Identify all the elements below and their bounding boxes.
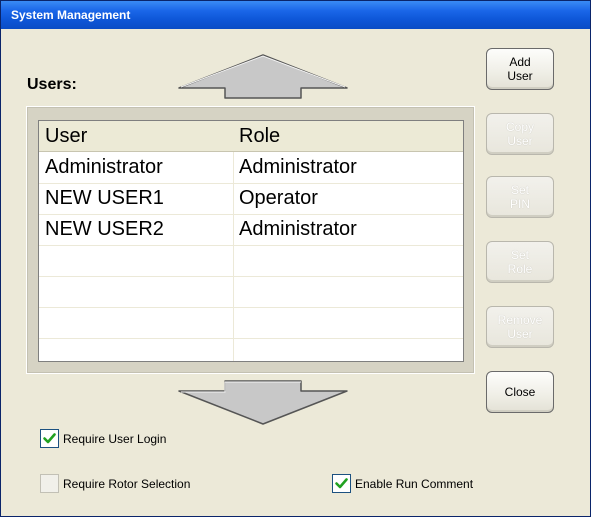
require-rotor-selection-checkbox[interactable]: [40, 474, 59, 493]
close-label: Close: [504, 385, 536, 399]
window-title: System Management: [11, 8, 131, 22]
system-management-window: System Management Users: User Role Admin…: [0, 0, 591, 517]
role-cell: Administrator: [239, 156, 357, 178]
require-rotor-selection-label: Require Rotor Selection: [63, 476, 191, 491]
set-pin-label: Set PIN: [509, 183, 530, 211]
header-role[interactable]: Role: [239, 121, 459, 152]
user-cell: NEW USER1: [45, 187, 164, 209]
table-row[interactable]: [39, 307, 463, 339]
set-role-label: Set Role: [507, 248, 533, 276]
checkmark-icon: [335, 478, 348, 489]
set-role-button[interactable]: Set Role: [486, 241, 554, 283]
add-user-label: Add User: [507, 55, 533, 83]
user-cell: Administrator: [45, 156, 163, 178]
set-pin-button[interactable]: Set PIN: [486, 176, 554, 218]
role-cell: Administrator: [239, 218, 357, 240]
user-cell: [45, 307, 229, 338]
role-cell: [239, 338, 459, 361]
user-cell: [45, 276, 229, 307]
enable-run-comment-option[interactable]: Enable Run Comment: [332, 474, 473, 493]
require-user-login-option[interactable]: Require User Login: [40, 429, 166, 448]
table-row[interactable]: Administrator Administrator: [39, 152, 463, 184]
table-row[interactable]: NEW USER1 Operator: [39, 183, 463, 215]
role-cell: [239, 307, 459, 338]
remove-user-label: Remove User: [497, 313, 543, 341]
enable-run-comment-checkbox[interactable]: [332, 474, 351, 493]
scroll-down-arrow-icon[interactable]: [177, 379, 349, 426]
require-rotor-selection-option[interactable]: Require Rotor Selection: [40, 474, 190, 493]
add-user-button[interactable]: Add User: [486, 48, 554, 90]
role-cell: [239, 245, 459, 276]
users-label: Users:: [27, 76, 77, 93]
users-table[interactable]: User Role Administrator Administrator NE…: [38, 120, 464, 362]
enable-run-comment-label: Enable Run Comment: [355, 476, 474, 491]
role-cell: [239, 276, 459, 307]
table-row[interactable]: NEW USER2 Administrator: [39, 214, 463, 246]
role-cell: Operator: [239, 187, 318, 209]
scroll-up-arrow-icon[interactable]: [177, 53, 349, 100]
copy-user-label: Copy User: [505, 120, 534, 148]
remove-user-button[interactable]: Remove User: [486, 306, 554, 348]
close-button[interactable]: Close: [486, 371, 554, 413]
checkmark-icon: [43, 433, 56, 444]
require-user-login-label: Require User Login: [63, 431, 167, 446]
users-table-panel: User Role Administrator Administrator NE…: [26, 106, 475, 374]
table-row[interactable]: [39, 338, 463, 361]
user-cell: NEW USER2: [45, 218, 164, 240]
table-row[interactable]: [39, 276, 463, 308]
table-row[interactable]: [39, 245, 463, 277]
title-bar: System Management: [1, 1, 590, 29]
user-cell: [45, 338, 229, 361]
table-header: User Role: [39, 121, 463, 152]
copy-user-button[interactable]: Copy User: [486, 113, 554, 155]
require-user-login-checkbox[interactable]: [40, 429, 59, 448]
header-user[interactable]: User: [45, 121, 229, 152]
user-cell: [45, 245, 229, 276]
